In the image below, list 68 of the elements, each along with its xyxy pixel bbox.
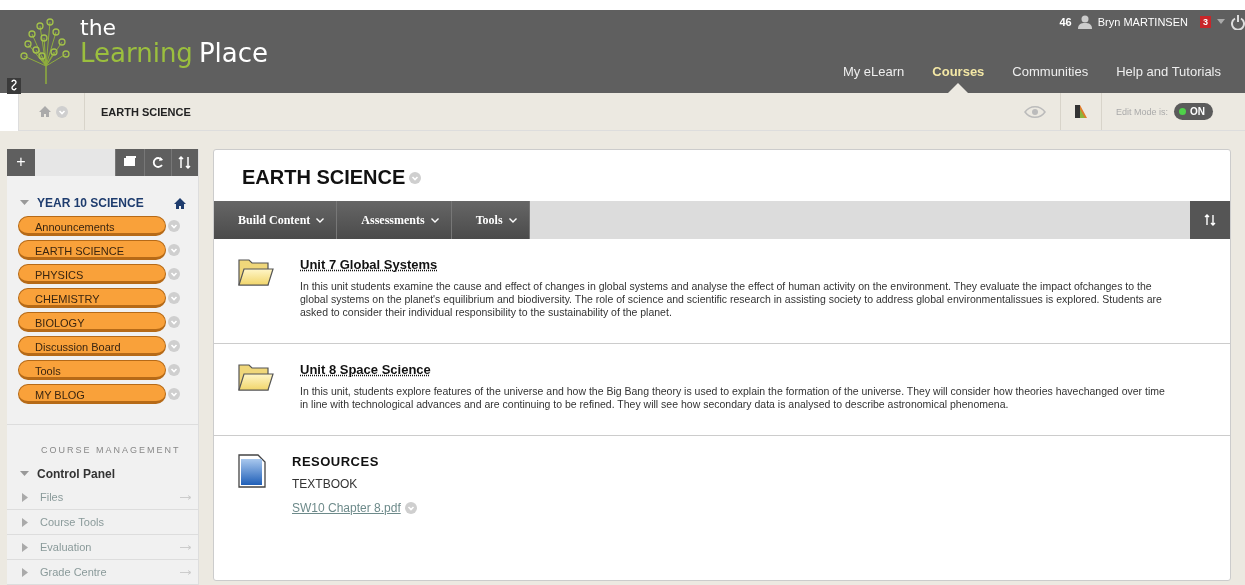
course-menu-item[interactable]: BIOLOGY: [18, 312, 166, 332]
nav-tab[interactable]: Communities: [998, 64, 1103, 93]
edit-mode-label: Edit Mode is:: [1115, 106, 1168, 117]
nav-tab[interactable]: Help and Tutorials: [1102, 64, 1235, 93]
folder-icon: [238, 257, 274, 287]
logo-text: Learning: [80, 38, 193, 68]
user-name[interactable]: Bryn MARTINSEN: [1097, 16, 1188, 28]
tree-logo-icon: [20, 16, 72, 86]
page-title: EARTH SCIENCE: [242, 166, 406, 189]
course-menu-item[interactable]: CHEMISTRY: [18, 288, 166, 308]
chevron-icon[interactable]: [168, 340, 180, 352]
refresh-icon[interactable]: [144, 149, 171, 176]
chevron-icon[interactable]: [404, 502, 417, 514]
logo-text: the: [80, 18, 117, 38]
link-icon: [7, 78, 21, 94]
course-menu-item[interactable]: Tools: [18, 360, 166, 380]
course-title[interactable]: YEAR 10 SCIENCE: [37, 196, 166, 210]
eye-icon[interactable]: [1023, 104, 1046, 119]
arrow-icon[interactable]: [180, 494, 192, 500]
notification-badge[interactable]: 3: [1200, 16, 1211, 28]
chevron-icon[interactable]: [168, 220, 180, 232]
edit-mode-toggle[interactable]: ON: [1174, 103, 1213, 120]
sort-icon[interactable]: [1190, 201, 1230, 239]
course-menu-item[interactable]: EARTH SCIENCE: [18, 240, 166, 260]
action-menu-button[interactable]: Assessments: [337, 201, 452, 239]
breadcrumb-item: EARTH SCIENCE: [100, 105, 192, 118]
logo-text: Place: [198, 38, 268, 68]
chevron-icon[interactable]: [168, 388, 180, 400]
control-panel-heading[interactable]: Control Panel: [37, 467, 115, 481]
chevron-icon[interactable]: [168, 292, 180, 304]
user-icon: [1077, 15, 1092, 29]
user-count: 46: [1059, 16, 1072, 28]
arrow-icon[interactable]: [180, 544, 192, 550]
palette-icon[interactable]: [1074, 105, 1087, 118]
caret-icon[interactable]: [1217, 19, 1225, 25]
chevron-icon[interactable]: [168, 244, 180, 256]
caret-icon: [508, 217, 517, 223]
nav-tab[interactable]: My eLearn: [828, 64, 919, 93]
nav-tab[interactable]: Courses: [918, 64, 999, 93]
chevron-icon[interactable]: [168, 316, 180, 328]
action-menu-button[interactable]: Tools: [451, 201, 530, 239]
section-heading: COURSE MANAGEMENT: [40, 444, 182, 455]
course-menu-item[interactable]: Announcements: [18, 216, 166, 236]
add-button[interactable]: +: [7, 149, 35, 176]
chevron-icon[interactable]: [168, 364, 180, 376]
arrow-icon[interactable]: [180, 569, 192, 575]
folder-icon: [238, 362, 274, 392]
caret-icon: [430, 217, 439, 223]
course-menu-item[interactable]: MY BLOG: [18, 384, 166, 404]
chevron-icon[interactable]: [409, 171, 422, 184]
attachment-link[interactable]: SW10 Chapter 8.pdf: [292, 501, 401, 515]
document-icon: [238, 454, 266, 488]
chevron-icon[interactable]: [56, 105, 68, 118]
item-title[interactable]: Unit 8 Space Science: [300, 362, 431, 377]
chevron-icon[interactable]: [168, 268, 180, 280]
power-icon[interactable]: [1231, 14, 1245, 30]
item-title: RESOURCES: [292, 454, 379, 469]
course-menu-item[interactable]: Discussion Board: [18, 336, 166, 356]
course-menu-item[interactable]: PHYSICS: [18, 264, 166, 284]
item-subtitle: TEXTBOOK: [292, 477, 359, 491]
item-description: In this unit students examine the cause and effect of changes in global systems and analyse the effect of human activity on the environment. They evaluate the impact ofchanges to the global systems on the planet's equilibrium and biodiversity. The role of science and scientific research in assisting society to address global environmentalissues is explored. Students are asked to consider their individual responsibility to the sustainability of the planet.: [300, 280, 1163, 319]
item-title[interactable]: Unit 7 Global Systems: [300, 257, 438, 272]
caret-icon: [316, 217, 325, 223]
window-icon[interactable]: [115, 149, 144, 176]
sort-icon[interactable]: [171, 149, 198, 176]
home-icon[interactable]: [174, 197, 186, 209]
item-description: In this unit, students explore features of the universe and how the Big Bang theory is used to explain the formation of the universe. They will consider how theories havechanged over time in line with technological advances and are continuing to be refined. They will see how secondary data is analysed to describe astronomical phenomena.: [300, 385, 1166, 411]
action-menu-button[interactable]: Build Content: [214, 201, 338, 239]
